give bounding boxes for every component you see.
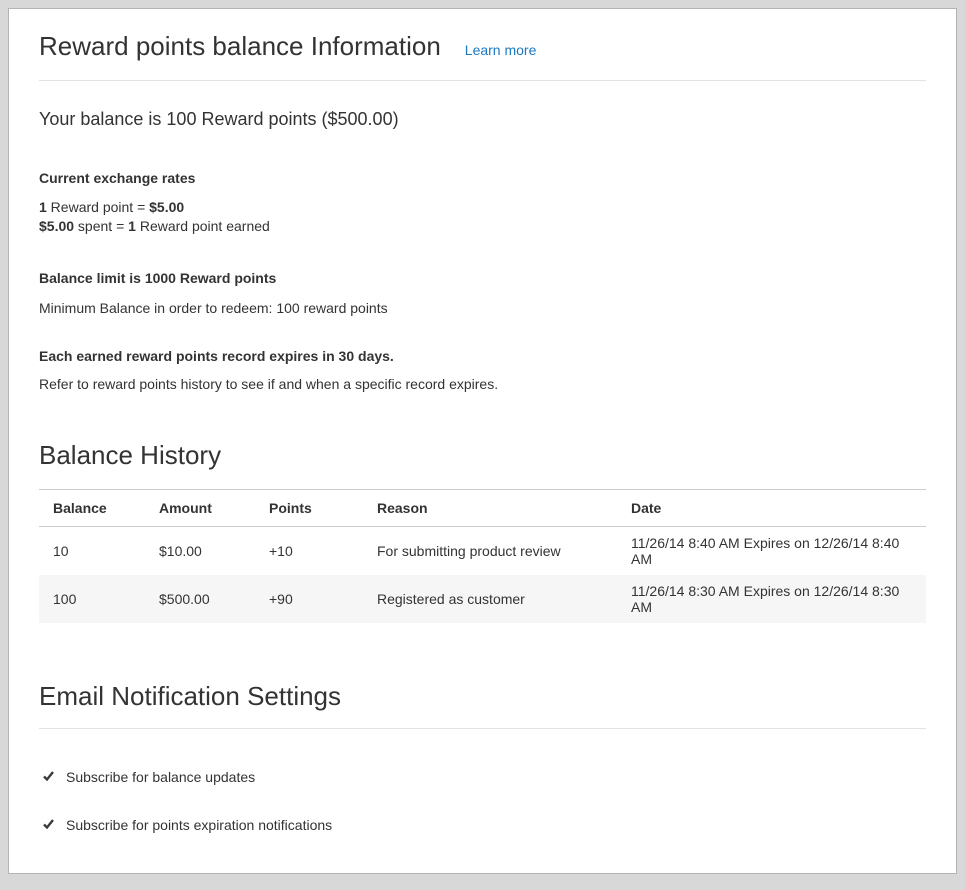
balance-history-heading: Balance History bbox=[39, 440, 926, 471]
rate1-text: Reward point = bbox=[47, 199, 149, 215]
learn-more-link[interactable]: Learn more bbox=[465, 42, 537, 58]
expiry-text: Each earned reward points record expires… bbox=[39, 348, 926, 364]
expiration-notifications-option: Subscribe for points expiration notifica… bbox=[39, 817, 926, 833]
rate1-money: $5.00 bbox=[149, 199, 184, 215]
rate2-points: 1 bbox=[128, 218, 136, 234]
exchange-rates-heading: Current exchange rates bbox=[39, 170, 926, 186]
page-title: Reward points balance Information bbox=[39, 31, 441, 62]
column-header-points: Points bbox=[255, 489, 363, 526]
rate2-text1: spent = bbox=[74, 218, 128, 234]
cell-date: 11/26/14 8:40 AM Expires on 12/26/14 8:4… bbox=[617, 526, 926, 575]
column-header-amount: Amount bbox=[145, 489, 255, 526]
cell-reason: Registered as customer bbox=[363, 575, 617, 623]
table-row: 100 $500.00 +90 Registered as customer 1… bbox=[39, 575, 926, 623]
column-header-balance: Balance bbox=[39, 489, 145, 526]
cell-amount: $10.00 bbox=[145, 526, 255, 575]
cell-points: +10 bbox=[255, 526, 363, 575]
column-header-date: Date bbox=[617, 489, 926, 526]
expiry-note-text: Refer to reward points history to see if… bbox=[39, 376, 926, 392]
email-settings-heading: Email Notification Settings bbox=[39, 681, 926, 729]
reward-points-card: Reward points balance Information Learn … bbox=[8, 8, 957, 874]
exchange-rate-line-1: 1 Reward point = $5.00 bbox=[39, 198, 926, 217]
cell-balance: 100 bbox=[39, 575, 145, 623]
cell-balance: 10 bbox=[39, 526, 145, 575]
exchange-rates: 1 Reward point = $5.00 $5.00 spent = 1 R… bbox=[39, 198, 926, 236]
table-header-row: Balance Amount Points Reason Date bbox=[39, 489, 926, 526]
exchange-rate-line-2: $5.00 spent = 1 Reward point earned bbox=[39, 217, 926, 236]
cell-date: 11/26/14 8:30 AM Expires on 12/26/14 8:3… bbox=[617, 575, 926, 623]
rate1-points: 1 bbox=[39, 199, 47, 215]
cell-points: +90 bbox=[255, 575, 363, 623]
column-header-reason: Reason bbox=[363, 489, 617, 526]
rate2-money: $5.00 bbox=[39, 218, 74, 234]
balance-updates-checkbox[interactable] bbox=[41, 769, 56, 784]
balance-limit-text: Balance limit is 1000 Reward points bbox=[39, 270, 926, 286]
rate2-text2: Reward point earned bbox=[136, 218, 270, 234]
table-row: 10 $10.00 +10 For submitting product rev… bbox=[39, 526, 926, 575]
page-header: Reward points balance Information Learn … bbox=[39, 31, 926, 81]
balance-summary: Your balance is 100 Reward points ($500.… bbox=[39, 109, 926, 130]
balance-updates-option: Subscribe for balance updates bbox=[39, 769, 926, 785]
expiration-notifications-label: Subscribe for points expiration notifica… bbox=[66, 817, 332, 833]
cell-reason: For submitting product review bbox=[363, 526, 617, 575]
expiration-notifications-checkbox[interactable] bbox=[41, 817, 56, 832]
minimum-balance-text: Minimum Balance in order to redeem: 100 … bbox=[39, 300, 926, 316]
balance-history-table: Balance Amount Points Reason Date 10 $10… bbox=[39, 489, 926, 623]
balance-updates-label: Subscribe for balance updates bbox=[66, 769, 255, 785]
cell-amount: $500.00 bbox=[145, 575, 255, 623]
